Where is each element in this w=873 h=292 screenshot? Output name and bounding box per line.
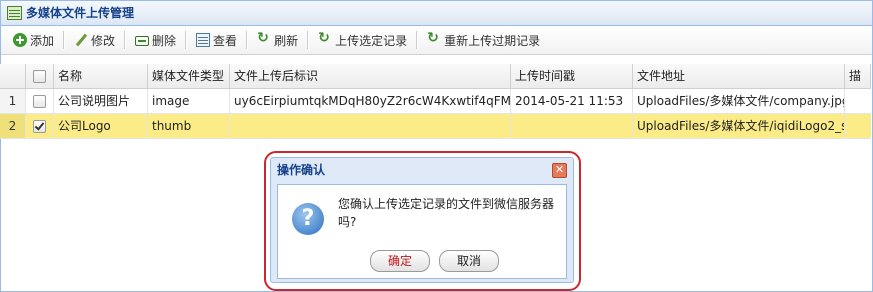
toolbar-separator [307, 31, 310, 49]
cell-type: thumb [148, 114, 230, 138]
grid-header-row: 名称 媒体文件类型 文件上传后标识 上传时间戳 文件地址 描 [0, 64, 871, 89]
dialog-title: 操作确认 [277, 163, 326, 177]
row-checkbox[interactable] [33, 94, 46, 108]
cancel-button[interactable]: 取消 [439, 250, 499, 272]
add-button[interactable]: 添加 [9, 29, 58, 51]
panel-title-bar: 多媒体文件上传管理 [1, 1, 872, 26]
reupload-expired-button[interactable]: 重新上传过期记录 [423, 29, 544, 51]
dialog-message: 您确认上传选定记录的文件到微信服务器吗? [338, 197, 555, 229]
cell-timestamp [511, 114, 633, 138]
refresh-icon [257, 30, 271, 47]
panel-title: 多媒体文件上传管理 [26, 6, 135, 20]
refresh-button[interactable]: 刷新 [253, 29, 302, 51]
column-header-timestamp[interactable]: 上传时间戳 [511, 64, 633, 88]
upload-selected-label: 上传选定记录 [335, 33, 408, 48]
column-header-name[interactable]: 名称 [54, 64, 148, 88]
toolbar-separator [63, 31, 66, 49]
row-checkbox-checked[interactable] [33, 119, 46, 133]
table-row-selected[interactable]: 2 公司Logo thumb UploadFiles/多媒体文件/iqidiLo… [0, 114, 871, 139]
column-header-file-path[interactable]: 文件地址 [633, 64, 845, 88]
row-select-cell [26, 114, 54, 138]
column-header-media-id[interactable]: 文件上传后标识 [230, 64, 511, 88]
cell-name: 公司Logo [54, 114, 148, 138]
refresh-label: 刷新 [274, 33, 299, 48]
table-row[interactable]: 1 公司说明图片 image uy6cEirpiumtqkMDqH80yZ2r6… [0, 89, 871, 114]
cell-file-path: UploadFiles/多媒体文件/company.jpg [633, 89, 845, 113]
column-header-description[interactable]: 描 [845, 64, 871, 88]
dialog-title-bar: 操作确认 ✕ [271, 158, 573, 182]
cell-name: 公司说明图片 [54, 89, 148, 113]
view-label: 查看 [213, 33, 238, 48]
close-icon[interactable]: ✕ [552, 163, 567, 178]
select-all-cell [26, 64, 54, 88]
edit-button[interactable]: 修改 [70, 29, 119, 51]
add-icon [13, 33, 27, 47]
row-number-header [0, 64, 26, 88]
row-number: 1 [0, 89, 26, 113]
toolbar-separator [185, 31, 188, 49]
cell-type: image [148, 89, 230, 113]
add-label: 添加 [30, 33, 55, 48]
delete-button[interactable]: 删除 [131, 29, 180, 51]
view-icon [196, 33, 211, 47]
cell-media-id: uy6cEirpiumtqkMDqH80yZ2r6cW4Kxwtif4qFMXY… [230, 89, 511, 113]
toolbar: 添加 修改 删除 查看 刷新 上传选定记录 重新上传过期记录 [1, 26, 872, 55]
cell-description [845, 89, 871, 113]
grid-icon [7, 6, 22, 20]
view-button[interactable]: 查看 [192, 29, 241, 51]
row-number: 2 [0, 114, 26, 138]
ok-button[interactable]: 确定 [370, 250, 430, 272]
upload-selected-button[interactable]: 上传选定记录 [314, 29, 411, 51]
column-header-type[interactable]: 媒体文件类型 [148, 64, 230, 88]
cell-description [845, 114, 871, 138]
delete-icon [135, 36, 150, 46]
edit-label: 修改 [91, 33, 116, 48]
upload-icon [318, 30, 332, 47]
delete-label: 删除 [152, 33, 177, 48]
toolbar-separator [416, 31, 419, 49]
toolbar-separator [124, 31, 127, 49]
row-select-cell [26, 89, 54, 113]
cell-media-id [230, 114, 511, 138]
toolbar-separator [246, 31, 249, 49]
reupload-expired-label: 重新上传过期记录 [444, 33, 541, 48]
reupload-icon [427, 30, 441, 47]
pencil-icon [74, 33, 88, 47]
cell-timestamp: 2014-05-21 11:53 [511, 89, 633, 113]
select-all-checkbox[interactable] [33, 69, 46, 83]
confirm-dialog: 操作确认 ✕ ? 您确认上传选定记录的文件到微信服务器吗? 确定 取消 [270, 157, 574, 283]
question-icon: ? [292, 203, 324, 235]
dialog-body: ? 您确认上传选定记录的文件到微信服务器吗? 确定 取消 [277, 184, 567, 279]
cell-file-path: UploadFiles/多媒体文件/iqidiLogo2_sm [633, 114, 845, 138]
media-grid: 名称 媒体文件类型 文件上传后标识 上传时间戳 文件地址 描 1 公司说明图片 … [0, 64, 871, 139]
